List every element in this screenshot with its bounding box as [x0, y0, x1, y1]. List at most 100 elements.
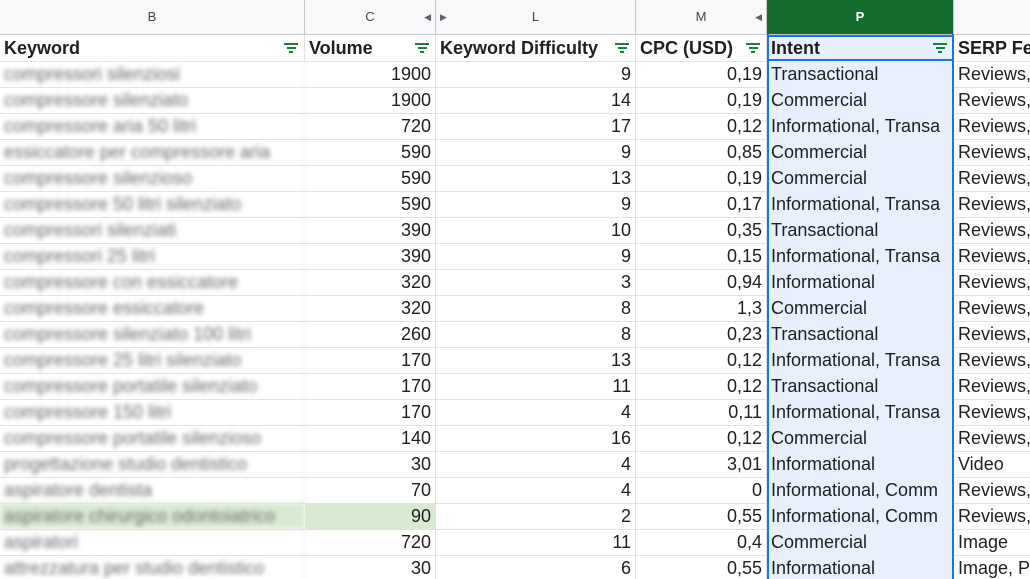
- volume-cell[interactable]: 1900: [305, 61, 436, 87]
- serp-cell[interactable]: Reviews,: [954, 243, 1030, 269]
- difficulty-cell[interactable]: 4: [436, 477, 636, 503]
- difficulty-cell[interactable]: 9: [436, 61, 636, 87]
- keyword-cell[interactable]: aspiratore chirurgico odontoiatrico: [0, 503, 305, 529]
- difficulty-cell[interactable]: 11: [436, 373, 636, 399]
- intent-cell[interactable]: Informational, Transa: [767, 243, 954, 269]
- intent-cell[interactable]: Commercial: [767, 295, 954, 321]
- volume-cell[interactable]: 170: [305, 373, 436, 399]
- filter-icon[interactable]: [415, 41, 429, 55]
- serp-cell[interactable]: Video: [954, 451, 1030, 477]
- volume-cell[interactable]: 390: [305, 217, 436, 243]
- column-header-c[interactable]: C ◀: [305, 0, 436, 34]
- serp-cell[interactable]: Reviews,: [954, 165, 1030, 191]
- difficulty-cell[interactable]: 2: [436, 503, 636, 529]
- difficulty-cell[interactable]: 3: [436, 269, 636, 295]
- serp-cell[interactable]: Reviews,: [954, 191, 1030, 217]
- cpc-cell[interactable]: 0,94: [636, 269, 767, 295]
- difficulty-cell[interactable]: 16: [436, 425, 636, 451]
- collapse-left-icon[interactable]: ◀: [755, 0, 762, 34]
- difficulty-cell[interactable]: 4: [436, 451, 636, 477]
- cpc-cell[interactable]: 0,19: [636, 87, 767, 113]
- keyword-header[interactable]: Keyword: [0, 35, 305, 61]
- volume-cell[interactable]: 720: [305, 113, 436, 139]
- difficulty-cell[interactable]: 14: [436, 87, 636, 113]
- intent-cell[interactable]: Commercial: [767, 139, 954, 165]
- difficulty-cell[interactable]: 8: [436, 295, 636, 321]
- volume-header[interactable]: Volume: [305, 35, 436, 61]
- keyword-cell[interactable]: compressori 25 litri: [0, 243, 305, 269]
- collapse-left-icon[interactable]: ◀: [424, 0, 431, 34]
- volume-cell[interactable]: 590: [305, 139, 436, 165]
- serp-cell[interactable]: Reviews,: [954, 269, 1030, 295]
- keyword-cell[interactable]: compressore 25 litri silenziato: [0, 347, 305, 373]
- intent-cell[interactable]: Commercial: [767, 425, 954, 451]
- serp-cell[interactable]: Reviews,: [954, 295, 1030, 321]
- keyword-cell[interactable]: compressore 50 litri silenziato: [0, 191, 305, 217]
- intent-cell[interactable]: Transactional: [767, 321, 954, 347]
- serp-cell[interactable]: Reviews,: [954, 139, 1030, 165]
- serp-cell[interactable]: Reviews,: [954, 425, 1030, 451]
- volume-cell[interactable]: 320: [305, 269, 436, 295]
- cpc-cell[interactable]: 0,12: [636, 425, 767, 451]
- keyword-cell[interactable]: attrezzatura per studio dentistico: [0, 555, 305, 579]
- serp-cell[interactable]: Reviews,: [954, 87, 1030, 113]
- keyword-cell[interactable]: compressore essiccatore: [0, 295, 305, 321]
- cpc-cell[interactable]: 0,35: [636, 217, 767, 243]
- difficulty-cell[interactable]: 10: [436, 217, 636, 243]
- cpc-cell[interactable]: 0,15: [636, 243, 767, 269]
- cpc-cell[interactable]: 0,4: [636, 529, 767, 555]
- cpc-cell[interactable]: 0,55: [636, 555, 767, 579]
- cpc-cell[interactable]: 1,3: [636, 295, 767, 321]
- serp-header[interactable]: SERP Fea: [954, 35, 1030, 61]
- serp-cell[interactable]: Reviews,: [954, 503, 1030, 529]
- difficulty-cell[interactable]: 9: [436, 139, 636, 165]
- cpc-cell[interactable]: 0,19: [636, 165, 767, 191]
- serp-cell[interactable]: Reviews,: [954, 217, 1030, 243]
- keyword-cell[interactable]: compressori silenziosi: [0, 61, 305, 87]
- volume-cell[interactable]: 590: [305, 191, 436, 217]
- filter-icon[interactable]: [284, 41, 298, 55]
- filter-icon[interactable]: [746, 41, 760, 55]
- intent-cell[interactable]: Informational, Transa: [767, 191, 954, 217]
- intent-cell[interactable]: Informational, Transa: [767, 113, 954, 139]
- volume-cell[interactable]: 590: [305, 165, 436, 191]
- intent-cell[interactable]: Informational, Comm: [767, 503, 954, 529]
- volume-cell[interactable]: 720: [305, 529, 436, 555]
- volume-cell[interactable]: 30: [305, 555, 436, 579]
- intent-cell[interactable]: Informational: [767, 269, 954, 295]
- serp-cell[interactable]: Reviews,: [954, 113, 1030, 139]
- keyword-cell[interactable]: compressori silenziati: [0, 217, 305, 243]
- cpc-cell[interactable]: 0,17: [636, 191, 767, 217]
- expand-right-icon[interactable]: ▶: [440, 0, 447, 34]
- keyword-cell[interactable]: progettazione studio dentistico: [0, 451, 305, 477]
- intent-cell[interactable]: Commercial: [767, 529, 954, 555]
- intent-cell[interactable]: Informational: [767, 451, 954, 477]
- difficulty-cell[interactable]: 8: [436, 321, 636, 347]
- cpc-cell[interactable]: 0,23: [636, 321, 767, 347]
- difficulty-cell[interactable]: 13: [436, 165, 636, 191]
- keyword-cell[interactable]: compressore silenziato 100 litri: [0, 321, 305, 347]
- keyword-cell[interactable]: compressore portatile silenzioso: [0, 425, 305, 451]
- serp-cell[interactable]: Reviews,: [954, 399, 1030, 425]
- cpc-cell[interactable]: 3,01: [636, 451, 767, 477]
- cpc-cell[interactable]: 0,19: [636, 61, 767, 87]
- serp-cell[interactable]: Reviews,: [954, 347, 1030, 373]
- intent-cell[interactable]: Informational: [767, 555, 954, 579]
- column-header-l[interactable]: ▶ L: [436, 0, 636, 34]
- keyword-cell[interactable]: compressore con essiccatore: [0, 269, 305, 295]
- keyword-cell[interactable]: compressore silenzioso: [0, 165, 305, 191]
- cpc-cell[interactable]: 0: [636, 477, 767, 503]
- cpc-header[interactable]: CPC (USD): [636, 35, 767, 61]
- intent-cell[interactable]: Informational, Transa: [767, 347, 954, 373]
- intent-cell[interactable]: Commercial: [767, 165, 954, 191]
- intent-cell[interactable]: Commercial: [767, 87, 954, 113]
- volume-cell[interactable]: 320: [305, 295, 436, 321]
- intent-cell[interactable]: Transactional: [767, 217, 954, 243]
- cpc-cell[interactable]: 0,12: [636, 373, 767, 399]
- difficulty-cell[interactable]: 9: [436, 243, 636, 269]
- filter-icon[interactable]: [615, 41, 629, 55]
- keyword-cell[interactable]: compressore portatile silenziato: [0, 373, 305, 399]
- keyword-cell[interactable]: aspiratori: [0, 529, 305, 555]
- intent-cell[interactable]: Informational, Transa: [767, 399, 954, 425]
- difficulty-cell[interactable]: 17: [436, 113, 636, 139]
